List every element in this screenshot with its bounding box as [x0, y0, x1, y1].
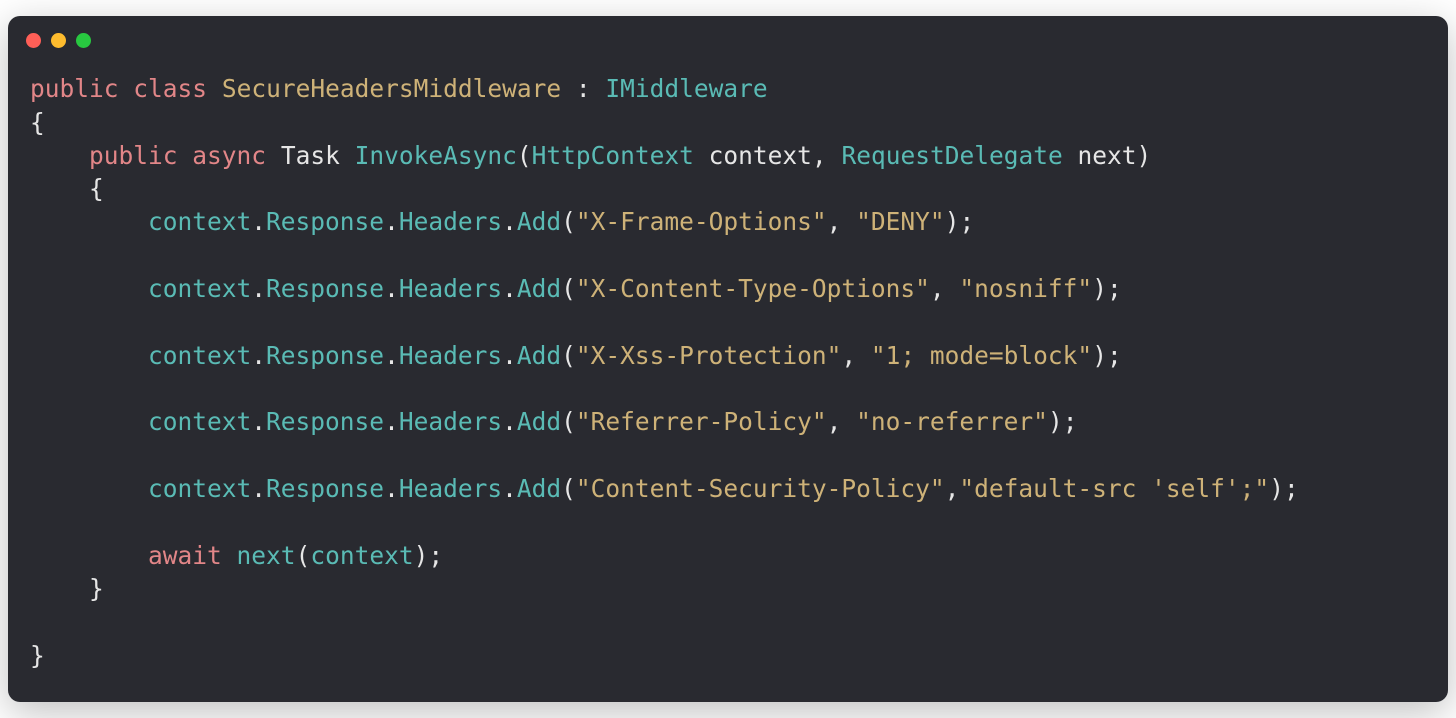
string-literal: "X-Content-Type-Options" — [576, 274, 930, 303]
paren-open: ( — [561, 341, 576, 370]
identifier: Headers — [399, 274, 502, 303]
identifier: Headers — [399, 407, 502, 436]
identifier: Headers — [399, 341, 502, 370]
comma: , — [827, 407, 857, 436]
maximize-icon[interactable] — [76, 33, 91, 48]
dot: . — [251, 341, 266, 370]
identifier: context — [148, 341, 251, 370]
keyword-async: async — [192, 141, 266, 170]
string-literal: "X-Frame-Options" — [576, 207, 827, 236]
identifier: context — [148, 274, 251, 303]
dot: . — [384, 274, 399, 303]
dot: . — [502, 207, 517, 236]
paren-close: ) — [1048, 407, 1063, 436]
keyword-class: class — [133, 74, 207, 103]
semicolon: ; — [1107, 341, 1122, 370]
paren-close: ) — [1269, 474, 1284, 503]
identifier: context — [148, 207, 251, 236]
dot: . — [502, 341, 517, 370]
paren-open: ( — [561, 407, 576, 436]
identifier: Add — [517, 341, 561, 370]
type-task: Task — [281, 141, 340, 170]
identifier: Response — [266, 207, 384, 236]
identifier: Headers — [399, 207, 502, 236]
paren-open: ( — [561, 274, 576, 303]
brace-close: } — [30, 641, 45, 670]
brace-open: { — [30, 108, 45, 137]
comma: , — [812, 141, 842, 170]
paren-open: ( — [561, 474, 576, 503]
paren-close: ) — [945, 207, 960, 236]
keyword-public: public — [30, 74, 119, 103]
keyword-await: await — [148, 541, 222, 570]
identifier: next — [237, 541, 296, 570]
string-literal: "default-src 'self';" — [959, 474, 1269, 503]
semicolon: ; — [1107, 274, 1122, 303]
paren-open: ( — [517, 141, 532, 170]
string-literal: "no-referrer" — [856, 407, 1048, 436]
param-next: next — [1063, 141, 1137, 170]
identifier: context — [148, 407, 251, 436]
semicolon: ; — [1063, 407, 1078, 436]
string-literal: "Content-Security-Policy" — [576, 474, 945, 503]
type-httpcontext: HttpContext — [532, 141, 694, 170]
string-literal: "1; mode=block" — [871, 341, 1092, 370]
string-literal: "DENY" — [856, 207, 945, 236]
param-context: context — [694, 141, 812, 170]
class-name: SecureHeadersMiddleware — [222, 74, 561, 103]
paren-close: ) — [1092, 341, 1107, 370]
identifier: context — [148, 474, 251, 503]
dot: . — [384, 474, 399, 503]
identifier: Add — [517, 274, 561, 303]
brace-open: { — [89, 174, 104, 203]
dot: . — [384, 341, 399, 370]
identifier: Add — [517, 474, 561, 503]
semicolon: ; — [1284, 474, 1299, 503]
identifier: Response — [266, 341, 384, 370]
dot: . — [251, 474, 266, 503]
semicolon: ; — [959, 207, 974, 236]
brace-close: } — [89, 574, 104, 603]
identifier: context — [310, 541, 413, 570]
string-literal: "nosniff" — [959, 274, 1092, 303]
identifier: Add — [517, 407, 561, 436]
paren-close: ) — [1136, 141, 1151, 170]
paren-close: ) — [1092, 274, 1107, 303]
dot: . — [502, 474, 517, 503]
identifier: Headers — [399, 474, 502, 503]
comma: , — [827, 207, 857, 236]
code-content: public class SecureHeadersMiddleware : I… — [8, 64, 1448, 702]
string-literal: "X-Xss-Protection" — [576, 341, 842, 370]
code-window: public class SecureHeadersMiddleware : I… — [8, 16, 1448, 702]
identifier: Response — [266, 474, 384, 503]
colon: : — [561, 74, 605, 103]
identifier: Response — [266, 407, 384, 436]
identifier: Add — [517, 207, 561, 236]
dot: . — [502, 407, 517, 436]
paren-open: ( — [296, 541, 311, 570]
type-requestdelegate: RequestDelegate — [841, 141, 1062, 170]
dot: . — [251, 407, 266, 436]
dot: . — [502, 274, 517, 303]
dot: . — [384, 407, 399, 436]
paren-close: ) — [414, 541, 429, 570]
semicolon: ; — [428, 541, 443, 570]
comma: , — [841, 341, 871, 370]
method-name: InvokeAsync — [355, 141, 517, 170]
dot: . — [251, 274, 266, 303]
interface-name: IMiddleware — [605, 74, 767, 103]
minimize-icon[interactable] — [51, 33, 66, 48]
dot: . — [384, 207, 399, 236]
keyword-public: public — [89, 141, 178, 170]
identifier: Response — [266, 274, 384, 303]
dot: . — [251, 207, 266, 236]
titlebar — [8, 16, 1448, 64]
comma: , — [930, 274, 960, 303]
comma: , — [945, 474, 960, 503]
close-icon[interactable] — [26, 33, 41, 48]
string-literal: "Referrer-Policy" — [576, 407, 827, 436]
paren-open: ( — [561, 207, 576, 236]
